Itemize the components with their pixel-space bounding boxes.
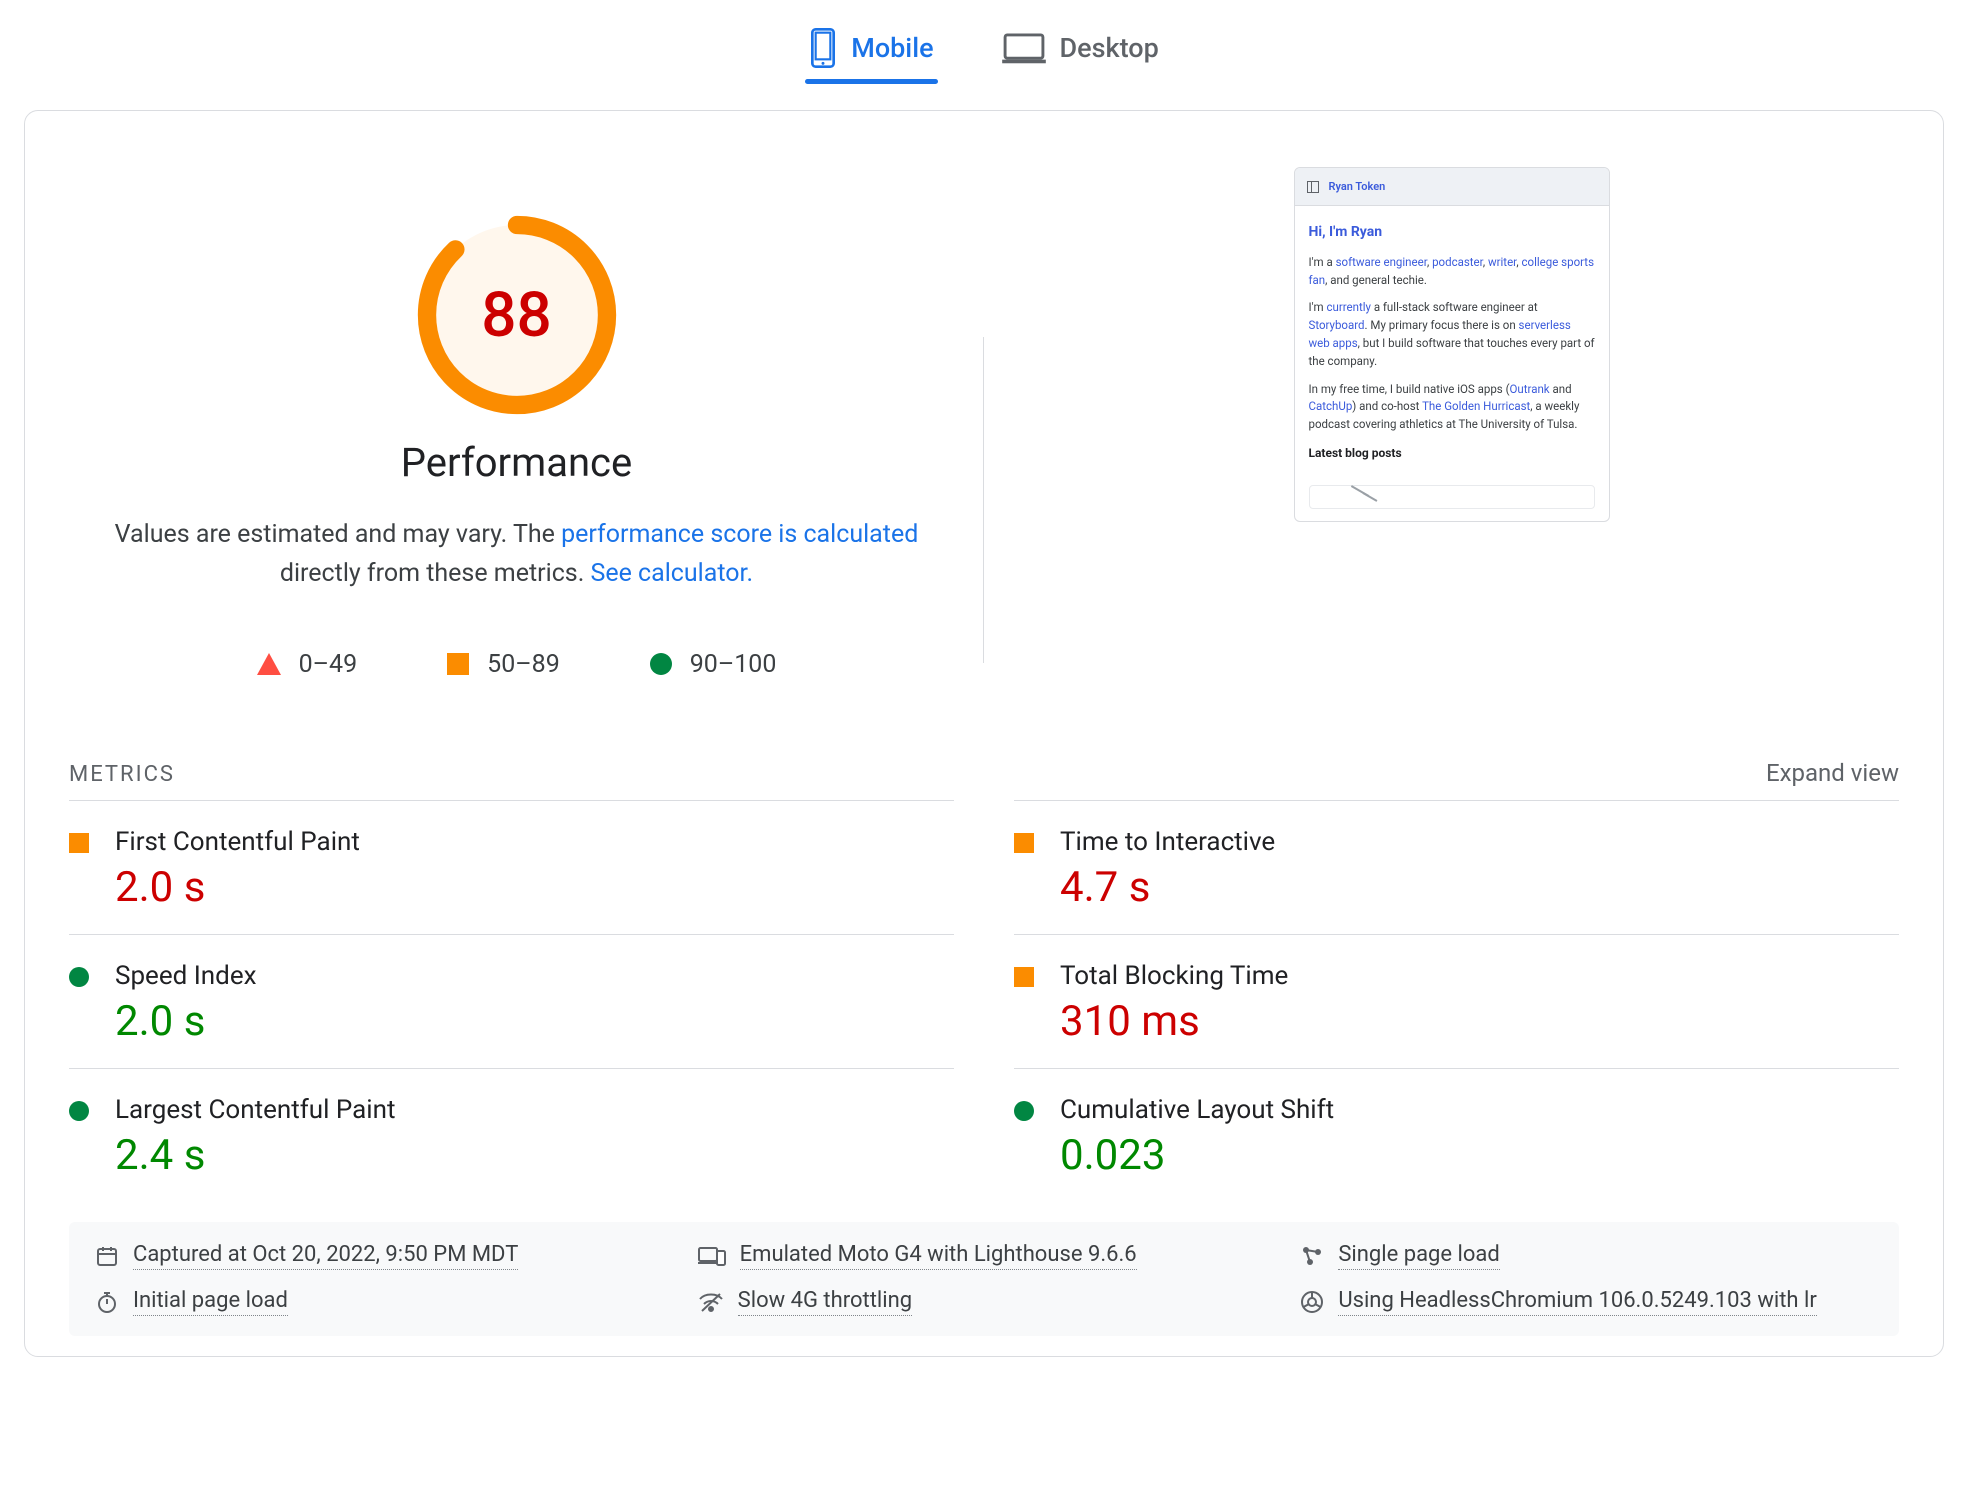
score-column: 88 Performance Values are estimated and …	[49, 167, 984, 679]
env-single-load-text: Single page load	[1338, 1242, 1499, 1270]
tab-mobile-label: Mobile	[851, 32, 933, 64]
preview-link-currently: currently	[1326, 300, 1371, 314]
metrics-title: METRICS	[69, 762, 175, 787]
metric-tbt-name: Total Blocking Time	[1060, 961, 1288, 991]
preview-link-outrank: Outrank	[1510, 382, 1550, 396]
vertical-divider	[983, 337, 984, 663]
env-chrome: Using HeadlessChromium 106.0.5249.103 wi…	[1300, 1288, 1873, 1316]
env-initial-load: Initial page load	[95, 1288, 668, 1316]
metric-fcp: First Contentful Paint 2.0 s	[69, 800, 954, 935]
preview-paragraph-2: I'm currently a full-stack software engi…	[1309, 299, 1595, 370]
metric-lcp-name: Largest Contentful Paint	[115, 1095, 395, 1125]
environment-box: Captured at Oct 20, 2022, 9:50 PM MDT Em…	[69, 1222, 1899, 1336]
tab-desktop-label: Desktop	[1060, 32, 1159, 64]
share-nodes-icon	[1300, 1244, 1324, 1268]
preview-paragraph-1: I'm a software engineer, podcaster, writ…	[1309, 254, 1595, 290]
metric-si: Speed Index 2.0 s	[69, 934, 954, 1069]
devices-icon	[698, 1245, 726, 1267]
legend-average: 50–89	[447, 650, 560, 679]
env-captured-text: Captured at Oct 20, 2022, 9:50 PM MDT	[133, 1242, 518, 1270]
metric-tbt: Total Blocking Time 310 ms	[1014, 934, 1899, 1069]
preview-latest-heading: Latest blog posts	[1309, 444, 1595, 463]
metric-cls: Cumulative Layout Shift 0.023	[1014, 1068, 1899, 1202]
square-average-icon	[1014, 967, 1034, 987]
metric-tti-value: 4.7 s	[1060, 863, 1275, 912]
square-average-icon	[447, 653, 469, 675]
chrome-icon	[1300, 1290, 1324, 1314]
triangle-fail-icon	[257, 653, 281, 675]
score-calculation-link[interactable]: performance score is calculated	[561, 520, 918, 549]
metric-si-value: 2.0 s	[115, 997, 257, 1046]
preview-link-storyboard: Storyboard	[1309, 318, 1365, 332]
preview-link-hurricast: The Golden Hurricast	[1422, 399, 1530, 413]
see-calculator-link[interactable]: See calculator.	[590, 559, 753, 588]
env-emulated: Emulated Moto G4 with Lighthouse 9.6.6	[698, 1242, 1271, 1270]
metric-cls-value: 0.023	[1060, 1131, 1334, 1180]
calendar-icon	[95, 1244, 119, 1268]
tab-desktop[interactable]: Desktop	[998, 20, 1163, 84]
circle-pass-icon	[69, 1101, 89, 1121]
legend-pass-range: 90–100	[690, 650, 777, 679]
metric-lcp-value: 2.4 s	[115, 1131, 395, 1180]
mobile-icon	[809, 28, 837, 68]
performance-score-value: 88	[417, 215, 617, 415]
preview-body: Hi, I'm Ryan I'm a software engineer, po…	[1295, 206, 1609, 477]
legend-fail: 0–49	[257, 650, 358, 679]
env-throttling: Slow 4G throttling	[698, 1288, 1271, 1316]
legend-fail-range: 0–49	[299, 650, 358, 679]
stopwatch-icon	[95, 1290, 119, 1314]
expand-view-button[interactable]: Expand view	[1766, 759, 1899, 787]
metric-tbt-value: 310 ms	[1060, 997, 1288, 1046]
score-legend: 0–49 50–89 90–100	[257, 650, 777, 679]
metric-fcp-value: 2.0 s	[115, 863, 360, 912]
desktop-icon	[1002, 32, 1046, 64]
metric-si-name: Speed Index	[115, 961, 257, 991]
preview-column: Ryan Token Hi, I'm Ryan I'm a software e…	[984, 167, 1919, 679]
report-header: 88 Performance Values are estimated and …	[49, 167, 1919, 679]
site-preview-card: Ryan Token Hi, I'm Ryan I'm a software e…	[1294, 167, 1610, 522]
env-single-load: Single page load	[1300, 1242, 1873, 1270]
performance-title: Performance	[401, 439, 632, 486]
circle-pass-icon	[650, 653, 672, 675]
metric-tti: Time to Interactive 4.7 s	[1014, 800, 1899, 935]
metric-lcp: Largest Contentful Paint 2.4 s	[69, 1068, 954, 1202]
performance-gauge: 88	[417, 215, 617, 415]
env-captured: Captured at Oct 20, 2022, 9:50 PM MDT	[95, 1242, 668, 1270]
tab-mobile[interactable]: Mobile	[805, 20, 937, 84]
preview-link-catchup: CatchUp	[1309, 399, 1353, 413]
legend-pass: 90–100	[650, 650, 777, 679]
metric-tti-name: Time to Interactive	[1060, 827, 1275, 857]
metric-fcp-name: First Contentful Paint	[115, 827, 360, 857]
metric-cls-name: Cumulative Layout Shift	[1060, 1095, 1334, 1125]
platform-tabs: Mobile Desktop	[0, 0, 1968, 92]
preview-link-software-engineer: software engineer	[1336, 255, 1427, 269]
preview-header: Ryan Token	[1295, 168, 1609, 206]
env-initial-load-text: Initial page load	[133, 1288, 288, 1316]
preview-post-thumb	[1309, 485, 1595, 509]
metrics-grid: First Contentful Paint 2.0 s Time to Int…	[49, 801, 1919, 1202]
metrics-header: METRICS Expand view	[49, 759, 1919, 787]
square-average-icon	[1014, 833, 1034, 853]
network-icon	[698, 1291, 724, 1313]
preview-paragraph-3: In my free time, I build native iOS apps…	[1309, 381, 1595, 434]
panel-icon	[1307, 181, 1319, 193]
lighthouse-report: Mobile Desktop 88 Performance	[0, 0, 1968, 1357]
legend-average-range: 50–89	[487, 650, 560, 679]
env-chrome-text: Using HeadlessChromium 106.0.5249.103 wi…	[1338, 1288, 1816, 1316]
preview-greeting: Hi, I'm Ryan	[1309, 222, 1595, 244]
report-card: 88 Performance Values are estimated and …	[24, 110, 1944, 1357]
circle-pass-icon	[1014, 1101, 1034, 1121]
env-emulated-text: Emulated Moto G4 with Lighthouse 9.6.6	[740, 1242, 1137, 1270]
env-throttling-text: Slow 4G throttling	[738, 1288, 912, 1316]
performance-description: Values are estimated and may vary. The p…	[107, 516, 927, 594]
circle-pass-icon	[69, 967, 89, 987]
preview-link-podcaster: podcaster	[1432, 255, 1483, 269]
preview-site-name: Ryan Token	[1329, 178, 1386, 195]
preview-link-writer: writer	[1488, 255, 1516, 269]
square-average-icon	[69, 833, 89, 853]
